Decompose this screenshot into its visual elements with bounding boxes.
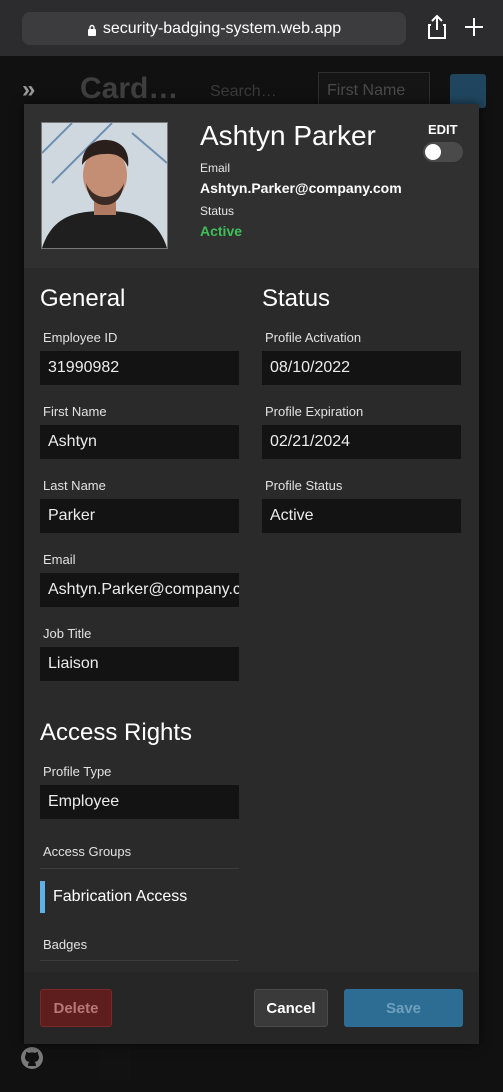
profile-type-label: Profile Type [43,764,112,779]
status-badge: Active [200,223,243,239]
browser-toolbar: security-badging-system.web.app [0,0,503,57]
url-text: security-badging-system.web.app [102,19,342,37]
access-group-marker [40,881,45,913]
lock-icon [87,23,97,36]
address-bar[interactable]: security-badging-system.web.app [22,12,406,45]
employee-id-label: Employee ID [43,330,118,345]
access-group-label: Fabrication Access [53,888,188,905]
profile-expiration-label: Profile Expiration [265,404,364,419]
profile-status-field[interactable]: Active [262,499,461,533]
background-search-input[interactable]: Search… [210,83,277,101]
general-section-title: General [40,285,126,312]
email-field[interactable]: Ashtyn.Parker@company.com [40,573,239,607]
header-status-label: Status [200,204,235,218]
header-email: Ashtyn.Parker@company.com [200,180,402,196]
profile-type-field[interactable]: Employee [40,785,239,819]
access-groups-divider [40,868,239,869]
profile-expiration-field[interactable]: 02/21/2024 [262,425,461,459]
new-tab-icon[interactable] [462,14,486,40]
delete-button[interactable]: Delete [40,989,112,1027]
background-page-title: Card… [80,72,179,105]
first-name-label: First Name [43,404,107,419]
header-email-label: Email [200,161,231,175]
background-add-button[interactable] [450,74,486,108]
profile-header: Ashtyn Parker Email Ashtyn.Parker@compan… [24,104,479,268]
background-avatar [100,1041,130,1081]
access-rights-title: Access Rights [40,719,193,746]
employee-id-field[interactable]: 31990982 [40,351,239,385]
profile-status-label: Profile Status [265,478,343,493]
access-group-item[interactable]: Fabrication Access [40,881,240,913]
profile-name: Ashtyn Parker [200,120,376,151]
toggle-knob [425,144,441,160]
first-name-field[interactable]: Ashtyn [40,425,239,459]
edit-toggle[interactable] [423,142,463,162]
profile-activation-field[interactable]: 08/10/2022 [262,351,461,385]
background-first-name-input[interactable]: First Name [318,72,430,108]
modal-footer: Delete Cancel Save [24,972,479,1044]
job-title-field[interactable]: Liaison [40,647,239,681]
profile-modal: Ashtyn Parker Email Ashtyn.Parker@compan… [24,104,479,1044]
email-label: Email [43,552,76,567]
last-name-field[interactable]: Parker [40,499,239,533]
job-title-label: Job Title [43,626,92,641]
status-section-title: Status [262,285,331,312]
share-icon[interactable] [425,14,449,40]
expand-sidebar-icon[interactable]: » [22,76,36,104]
github-icon[interactable] [20,1046,44,1070]
access-groups-label: Access Groups [43,844,132,859]
avatar [41,122,168,249]
last-name-label: Last Name [43,478,106,493]
cancel-button[interactable]: Cancel [254,989,328,1027]
profile-activation-label: Profile Activation [265,330,362,345]
edit-label: EDIT [428,122,458,137]
badges-divider [40,960,239,961]
badges-label: Badges [43,937,88,952]
save-button[interactable]: Save [344,989,463,1027]
